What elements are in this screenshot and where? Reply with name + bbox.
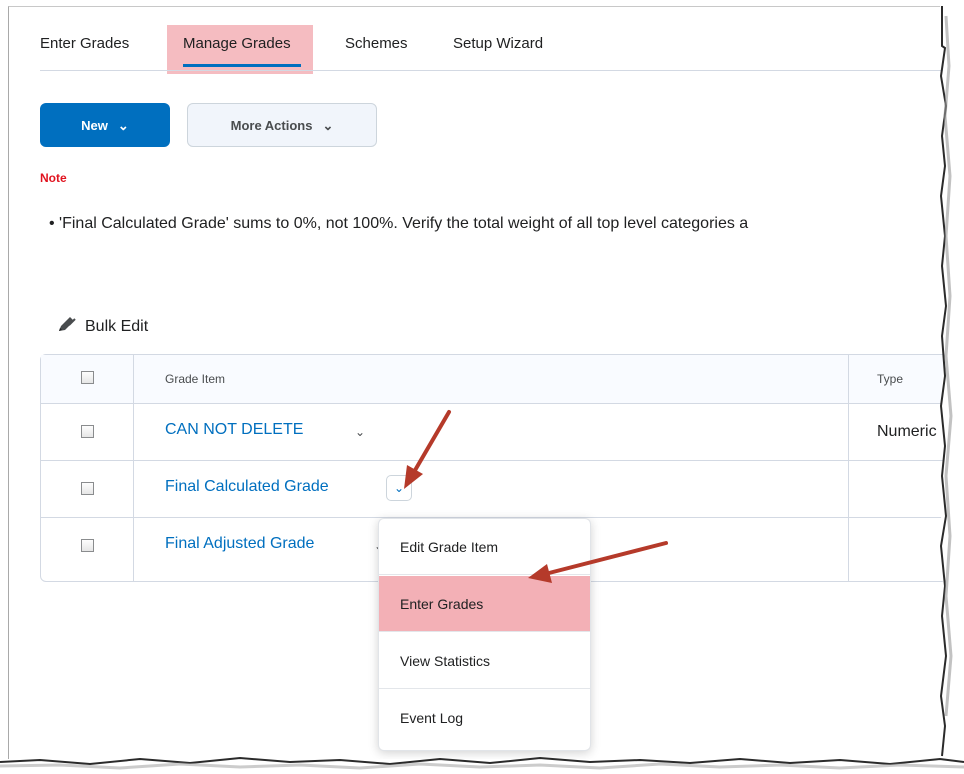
new-button[interactable]: New ⌄ xyxy=(40,103,170,147)
context-menu-toggle[interactable]: ⌄ xyxy=(386,475,412,501)
menu-item-edit-grade-item[interactable]: Edit Grade Item xyxy=(379,519,590,575)
note-label: Note xyxy=(40,171,67,185)
active-tab-indicator xyxy=(183,64,301,67)
chevron-down-icon: ⌄ xyxy=(117,117,129,133)
grade-item-context-menu: Edit Grade Item Enter Grades View Statis… xyxy=(378,518,591,751)
tab-manage-grades[interactable]: Manage Grades xyxy=(183,35,291,52)
grade-item-link[interactable]: Final Calculated Grade xyxy=(165,478,329,496)
gradebook-panel: Enter Grades Manage Grades Schemes Setup… xyxy=(8,6,959,759)
table-row: CAN NOT DELETE ⌄ Numeric xyxy=(41,404,959,461)
pencil-icon xyxy=(57,315,77,338)
select-all-checkbox[interactable] xyxy=(81,371,94,384)
row-checkbox[interactable] xyxy=(81,539,94,552)
menu-item-view-statistics[interactable]: View Statistics xyxy=(379,633,590,689)
menu-item-event-log[interactable]: Event Log xyxy=(379,690,590,746)
grade-item-column-header[interactable]: Grade Item xyxy=(165,372,225,386)
tab-enter-grades[interactable]: Enter Grades xyxy=(40,35,129,52)
menu-item-enter-grades[interactable]: Enter Grades xyxy=(379,576,590,632)
column-divider xyxy=(133,355,134,581)
row-checkbox[interactable] xyxy=(81,425,94,438)
table-row: Final Calculated Grade ⌄ xyxy=(41,461,959,518)
note-message: • 'Final Calculated Grade' sums to 0%, n… xyxy=(49,215,749,232)
column-divider xyxy=(848,355,849,581)
more-actions-label: More Actions xyxy=(230,117,313,133)
bulk-edit-button[interactable]: Bulk Edit xyxy=(57,315,148,338)
more-actions-button[interactable]: More Actions ⌄ xyxy=(187,103,377,147)
type-value: Numeric xyxy=(877,423,937,440)
table-header-row: Grade Item Type xyxy=(41,355,959,404)
tab-bar: Enter Grades Manage Grades Schemes Setup… xyxy=(40,7,950,71)
chevron-down-icon: ⌄ xyxy=(322,117,334,133)
row-checkbox[interactable] xyxy=(81,482,94,495)
new-button-label: New xyxy=(81,117,108,133)
grade-item-link[interactable]: Final Adjusted Grade xyxy=(165,535,314,553)
torn-edge-right xyxy=(940,6,964,774)
type-column-header[interactable]: Type xyxy=(877,372,903,386)
chevron-down-icon: ⌄ xyxy=(393,481,405,495)
tab-setup-wizard[interactable]: Setup Wizard xyxy=(453,35,543,52)
torn-edge-bottom xyxy=(0,756,964,774)
chevron-down-icon[interactable]: ⌄ xyxy=(355,425,365,439)
tab-schemes[interactable]: Schemes xyxy=(345,35,408,52)
bulk-edit-label: Bulk Edit xyxy=(85,317,149,335)
grade-item-link[interactable]: CAN NOT DELETE xyxy=(165,421,303,439)
